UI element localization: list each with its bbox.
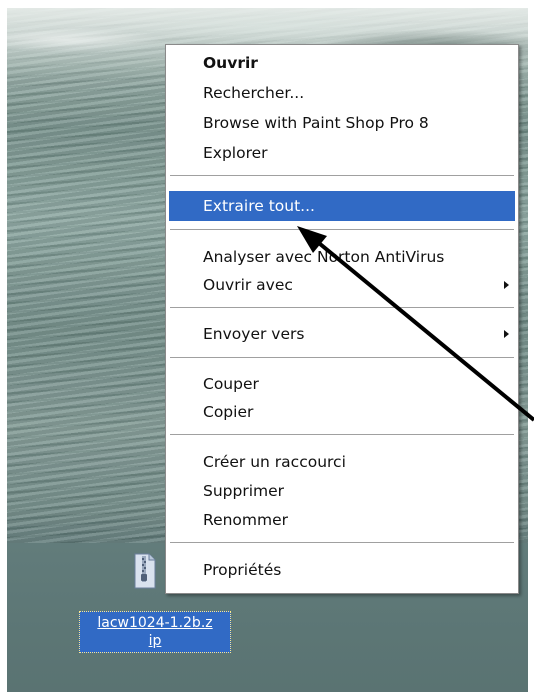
menu-item-send-to[interactable]: Envoyer vers — [169, 319, 515, 349]
menu-item-extract-all[interactable]: Extraire tout... — [169, 191, 515, 221]
submenu-arrow-icon — [504, 281, 509, 289]
menu-separator — [170, 175, 514, 176]
menu-item-open-with[interactable]: Ouvrir avec — [169, 270, 515, 300]
context-menu: Ouvrir Rechercher... Browse with Paint S… — [165, 44, 519, 594]
submenu-arrow-icon — [504, 330, 509, 338]
menu-separator — [170, 229, 514, 230]
menu-separator — [170, 434, 514, 435]
menu-item-label: Créer un raccourci — [203, 453, 346, 471]
menu-item-label: Couper — [203, 375, 259, 393]
menu-item-label: Analyser avec Norton AntiVirus — [203, 248, 445, 266]
menu-item-label: Renommer — [203, 511, 289, 529]
menu-item-label: Browse with Paint Shop Pro 8 — [203, 114, 429, 132]
menu-item-label: Copier — [203, 403, 254, 421]
menu-separator — [170, 542, 514, 543]
menu-item-label: Ouvrir avec — [203, 276, 293, 294]
menu-item-search[interactable]: Rechercher... — [169, 78, 515, 108]
menu-item-label: Propriétés — [203, 561, 282, 579]
menu-item-cut[interactable]: Couper — [169, 369, 515, 399]
menu-item-scan-norton[interactable]: Analyser avec Norton AntiVirus — [169, 242, 515, 272]
menu-separator — [170, 307, 514, 308]
menu-item-explore[interactable]: Explorer — [169, 138, 515, 168]
menu-item-open[interactable]: Ouvrir — [169, 48, 515, 78]
zip-folder-icon-graphic — [134, 553, 156, 589]
menu-item-label: Ouvrir — [203, 54, 258, 72]
file-name-line-1: lacw1024-1.2b.z — [97, 615, 213, 631]
menu-item-properties[interactable]: Propriétés — [169, 555, 515, 585]
menu-item-label: Envoyer vers — [203, 325, 305, 343]
menu-item-label: Rechercher... — [203, 84, 305, 102]
menu-item-label: Explorer — [203, 144, 268, 162]
menu-item-rename[interactable]: Renommer — [169, 505, 515, 535]
menu-item-label: Extraire tout... — [203, 197, 315, 215]
zip-folder-icon[interactable] — [131, 552, 157, 590]
menu-item-copy[interactable]: Copier — [169, 397, 515, 427]
menu-item-delete[interactable]: Supprimer — [169, 476, 515, 506]
menu-item-create-shortcut[interactable]: Créer un raccourci — [169, 447, 515, 477]
file-name-line-2: ip — [148, 633, 162, 649]
menu-item-browse-paint-shop-pro[interactable]: Browse with Paint Shop Pro 8 — [169, 108, 515, 138]
menu-item-label: Supprimer — [203, 482, 285, 500]
desktop-file-label[interactable]: lacw1024-1.2b.z ip — [79, 611, 231, 653]
menu-separator — [170, 357, 514, 358]
